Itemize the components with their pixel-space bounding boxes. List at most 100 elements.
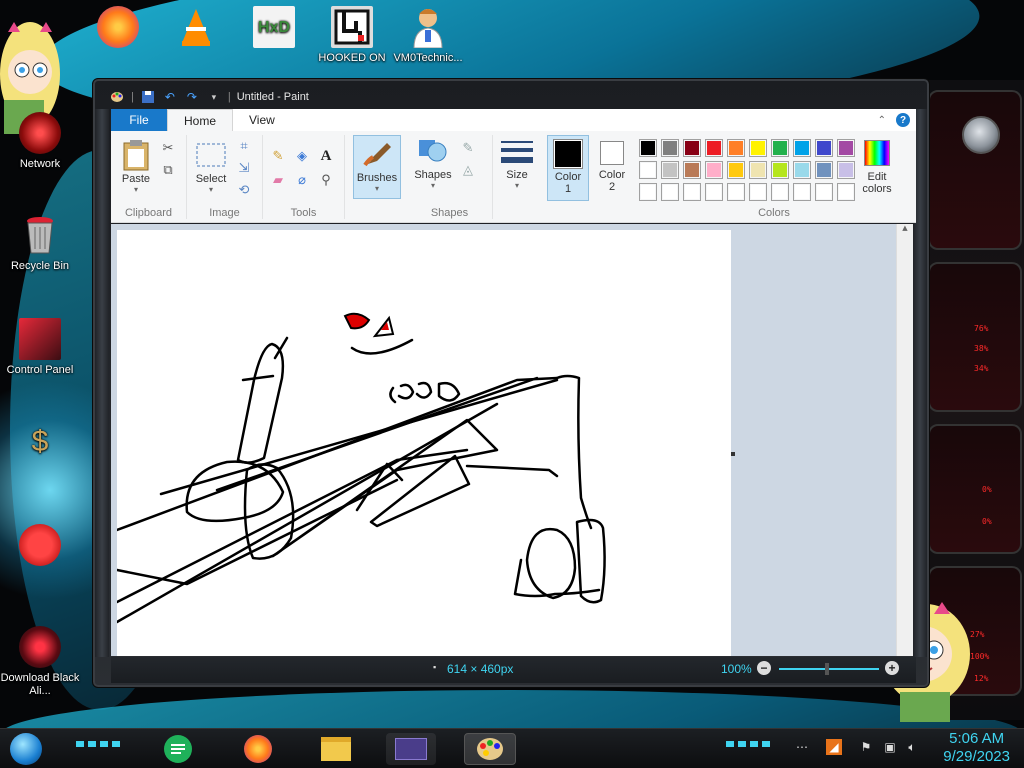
palette-swatch[interactable] <box>727 161 745 179</box>
color1-button[interactable]: Color 1 <box>547 135 589 201</box>
zoom-slider-thumb[interactable] <box>825 663 829 675</box>
palette-swatch[interactable] <box>727 139 745 157</box>
desktop-icon-red-creature[interactable] <box>0 524 80 570</box>
size-dropdown-icon[interactable]: ▾ <box>493 181 541 190</box>
paste-dropdown-icon[interactable]: ▾ <box>117 185 155 194</box>
outline-icon[interactable]: ✎ <box>459 139 477 157</box>
text-tool-icon[interactable]: A <box>317 147 335 165</box>
select-button[interactable]: Select ▾ <box>191 139 231 194</box>
palette-swatch[interactable] <box>749 139 767 157</box>
brushes-dropdown-icon[interactable]: ▾ <box>354 184 400 193</box>
drawing-canvas[interactable] <box>115 230 731 656</box>
customize-quick-access-icon[interactable]: ▾ <box>206 89 222 105</box>
palette-swatch[interactable] <box>727 183 745 201</box>
crop-icon[interactable]: ⌗ <box>235 137 253 155</box>
cut-icon[interactable]: ✂ <box>159 139 177 157</box>
taskbar-app-firefox[interactable] <box>238 733 278 765</box>
tray-app-icon[interactable]: ◢ <box>826 739 842 755</box>
palette-swatch[interactable] <box>837 139 855 157</box>
copy-icon[interactable]: ⧉ <box>159 161 177 179</box>
palette-swatch[interactable] <box>683 139 701 157</box>
pencil-icon[interactable]: ✎ <box>269 147 287 165</box>
palette-swatch[interactable] <box>705 161 723 179</box>
palette-swatch[interactable] <box>771 139 789 157</box>
start-button[interactable] <box>6 733 46 765</box>
desktop-icon-network[interactable]: Network <box>0 112 80 171</box>
title-bar[interactable]: | ↶ ↷ ▾ | Untitled - Paint <box>109 85 913 109</box>
palette-swatch[interactable] <box>683 183 701 201</box>
palette-swatch[interactable] <box>837 161 855 179</box>
collapse-ribbon-icon[interactable]: ⌃ <box>878 115 886 126</box>
palette-swatch[interactable] <box>815 183 833 201</box>
color2-fill <box>602 143 622 163</box>
desktop-icon-download-black-alien[interactable]: Download Black Ali... <box>0 626 80 698</box>
fill-bucket-icon[interactable]: ◈ <box>293 147 311 165</box>
desktop-icon-control-panel[interactable]: Control Panel <box>0 318 80 377</box>
undo-icon[interactable]: ↶ <box>162 89 178 105</box>
taskbar-app-window[interactable] <box>386 733 436 765</box>
paint-app-icon[interactable] <box>109 89 125 105</box>
color2-button[interactable]: Color 2 <box>591 135 633 193</box>
palette-swatch[interactable] <box>639 183 657 201</box>
desktop-icon-vlc[interactable] <box>156 6 236 52</box>
palette-swatch[interactable] <box>639 161 657 179</box>
desktop-icon-hxd[interactable]: HxD <box>234 6 314 52</box>
zoom-in-icon[interactable]: + <box>885 661 899 675</box>
palette-swatch[interactable] <box>793 139 811 157</box>
scroll-up-icon[interactable]: ▲ <box>897 224 913 232</box>
taskbar-app-paint[interactable] <box>464 733 516 765</box>
rotate-icon[interactable]: ⟲ <box>235 181 253 199</box>
zoom-slider[interactable] <box>779 663 879 675</box>
palette-swatch[interactable] <box>793 161 811 179</box>
tab-file[interactable]: File <box>111 109 167 131</box>
color-picker-icon[interactable]: ⌀ <box>293 171 311 189</box>
save-icon[interactable] <box>140 89 156 105</box>
palette-swatch[interactable] <box>815 139 833 157</box>
tab-home[interactable]: Home <box>167 109 234 131</box>
desktop-icon-firefox[interactable] <box>78 6 158 52</box>
tray-overflow-icon[interactable]: ⋯ <box>794 739 810 755</box>
resize-icon[interactable]: ⇲ <box>235 159 253 177</box>
palette-swatch[interactable] <box>837 183 855 201</box>
palette-swatch[interactable] <box>661 183 679 201</box>
redo-icon[interactable]: ↷ <box>184 89 200 105</box>
magnifier-icon[interactable]: ⚲ <box>317 171 335 189</box>
desktop-icon-recycle-bin[interactable]: Recycle Bin <box>0 214 80 273</box>
palette-swatch[interactable] <box>771 183 789 201</box>
brushes-button[interactable]: Brushes ▾ <box>353 135 401 199</box>
palette-swatch[interactable] <box>683 161 701 179</box>
canvas-resize-handle[interactable] <box>731 452 735 456</box>
size-button[interactable]: Size ▾ <box>493 135 541 190</box>
palette-swatch[interactable] <box>661 139 679 157</box>
desktop-icon-vm0technic[interactable]: VM0Technic... <box>388 6 468 65</box>
shapes-dropdown-icon[interactable]: ▾ <box>411 181 455 190</box>
eraser-icon[interactable]: ▰ <box>269 171 287 189</box>
help-icon[interactable]: ? <box>896 113 910 127</box>
network-tray-icon[interactable]: ▣ <box>882 739 898 755</box>
palette-swatch[interactable] <box>815 161 833 179</box>
palette-swatch[interactable] <box>705 183 723 201</box>
taskbar-clock[interactable]: 5:06 AM 9/29/2023 <box>943 730 1010 766</box>
palette-swatch[interactable] <box>793 183 811 201</box>
fill-icon[interactable]: ◬ <box>459 161 477 179</box>
taskbar-app-notes[interactable] <box>158 733 198 765</box>
volume-icon[interactable]: 🔈︎ <box>904 739 920 755</box>
select-dropdown-icon[interactable]: ▾ <box>191 185 231 194</box>
palette-swatch[interactable] <box>639 139 657 157</box>
palette-swatch[interactable] <box>749 161 767 179</box>
palette-swatch[interactable] <box>661 161 679 179</box>
desktop-icon-hooked-on[interactable]: HOOKED ON <box>312 6 392 65</box>
paint-window[interactable]: | ↶ ↷ ▾ | Untitled - Paint File Home Vie… <box>92 78 930 688</box>
tab-view[interactable]: View <box>233 109 291 131</box>
shapes-button[interactable]: Shapes ▾ <box>411 135 455 190</box>
desktop-icon-money-bag[interactable]: $ <box>0 420 80 466</box>
action-center-flag-icon[interactable]: ⚑ <box>858 739 874 755</box>
edit-colors-button[interactable]: Edit colors <box>855 137 899 195</box>
paste-button[interactable]: Paste ▾ <box>117 139 155 194</box>
taskbar-app-file-explorer[interactable] <box>316 733 356 765</box>
zoom-out-icon[interactable]: − <box>757 661 771 675</box>
palette-swatch[interactable] <box>771 161 789 179</box>
palette-swatch[interactable] <box>705 139 723 157</box>
palette-swatch[interactable] <box>749 183 767 201</box>
vertical-scrollbar[interactable]: ▲ <box>896 224 913 656</box>
